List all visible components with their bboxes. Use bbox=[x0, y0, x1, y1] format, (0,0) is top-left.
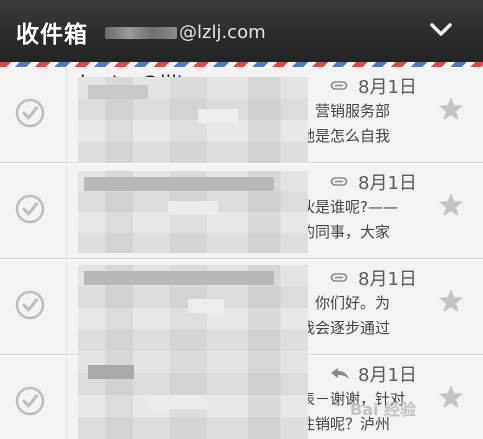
account-domain: @lzlj.com bbox=[179, 22, 266, 43]
message-snippet-line2: 她是怎么自我 bbox=[300, 127, 391, 145]
row-divider bbox=[66, 67, 67, 162]
row-divider bbox=[66, 163, 67, 258]
header-bar: 收件箱 @lzlj.com bbox=[0, 0, 483, 62]
message-date: 8月1日 bbox=[358, 77, 417, 98]
message-snippet-line2: 的同事，大家 bbox=[300, 223, 391, 241]
attachment-icon bbox=[330, 273, 348, 282]
watermark: Bai 经验 bbox=[350, 400, 417, 419]
mail-app: 收件箱 @lzlj.com h...ter@ijlt... 8月1日 ：营销服务… bbox=[0, 0, 483, 439]
redacted-content bbox=[78, 265, 308, 351]
redacted-content bbox=[78, 77, 308, 163]
message-snippet-line1: ：你们好。为 bbox=[300, 294, 391, 312]
select-check-icon[interactable] bbox=[14, 193, 46, 225]
message-snippet-line1: ：营销服务部 bbox=[300, 102, 391, 120]
select-check-icon[interactable] bbox=[14, 289, 46, 321]
message-date: 8月1日 bbox=[358, 173, 417, 194]
star-icon[interactable] bbox=[437, 383, 465, 411]
star-icon[interactable] bbox=[437, 287, 465, 315]
select-check-icon[interactable] bbox=[14, 385, 46, 417]
attachment-icon bbox=[330, 81, 348, 90]
attachment-icon bbox=[330, 177, 348, 186]
redacted-content bbox=[78, 351, 308, 439]
message-date: 8月1日 bbox=[358, 269, 417, 290]
select-check-icon[interactable] bbox=[14, 97, 46, 129]
message-date: 8月1日 bbox=[358, 365, 417, 386]
account-address[interactable]: @lzlj.com bbox=[105, 22, 266, 43]
star-icon[interactable] bbox=[437, 191, 465, 219]
message-snippet-line1: 伙是谁呢?—— bbox=[300, 198, 398, 216]
account-name-redacted bbox=[105, 27, 177, 39]
chevron-down-icon[interactable] bbox=[430, 22, 452, 38]
star-icon[interactable] bbox=[437, 95, 465, 123]
reply-icon bbox=[331, 368, 349, 379]
message-snippet-line2: 我会逐步通过 bbox=[300, 319, 391, 337]
message-list[interactable]: h...ter@ijlt... 8月1日 ：营销服务部 她是怎么自我 bbox=[0, 67, 483, 439]
row-divider bbox=[66, 355, 67, 439]
row-divider bbox=[66, 259, 67, 354]
inbox-title[interactable]: 收件箱 bbox=[16, 15, 88, 49]
redacted-content bbox=[78, 171, 308, 253]
